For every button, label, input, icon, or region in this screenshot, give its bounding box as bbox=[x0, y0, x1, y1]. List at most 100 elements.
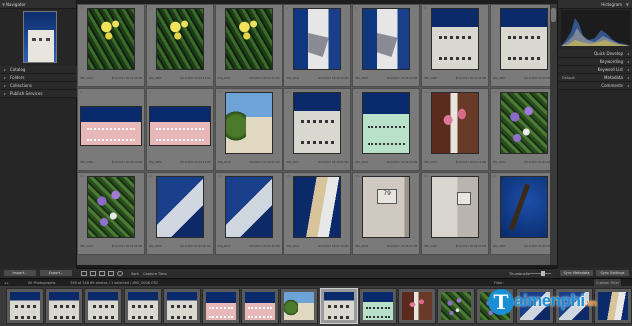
grid-cell[interactable]: 7 IMG_0007 8/12/2017 05:31:06 PM bbox=[489, 4, 550, 87]
grid-cell[interactable]: 16 IMG_0016 8/12/2017 05:45:40 PM bbox=[145, 172, 214, 255]
triangle-right-icon: ▸ bbox=[4, 91, 7, 96]
export-button[interactable]: Export... bbox=[40, 270, 72, 276]
survey-view-icon[interactable] bbox=[108, 271, 114, 276]
photo-thumbnail[interactable] bbox=[362, 176, 411, 238]
cell-capture-time: 8/12/2017 05:28:50 PM bbox=[386, 77, 418, 80]
cell-number: 1 bbox=[80, 6, 82, 10]
thumbnail-grid[interactable]: 1 IMG_0001 8/12/2017 05:22:09 PM 2 IMG_0002 8… bbox=[77, 4, 550, 265]
navigator-preview[interactable] bbox=[23, 11, 57, 63]
photo-thumbnail[interactable] bbox=[431, 92, 479, 154]
section-publish-services[interactable]: ▸ Publish Services bbox=[0, 90, 77, 98]
section-comments[interactable]: Comments ◂ bbox=[558, 82, 632, 90]
slider-handle[interactable] bbox=[541, 271, 545, 276]
grid-cell[interactable]: 9 IMG_0009 8/12/2017 05:34:14 PM bbox=[145, 88, 214, 171]
grid-cell[interactable]: 17 IMG_0017 8/12/2017 05:45:48 PM bbox=[214, 172, 283, 255]
grid-cell[interactable]: 6 IMG_0006 8/12/2017 05:31:02 PM bbox=[421, 4, 489, 87]
loupe-view-icon[interactable] bbox=[90, 271, 96, 276]
histogram bbox=[561, 10, 630, 46]
filmstrip-item[interactable] bbox=[202, 288, 240, 324]
grid-cell[interactable]: 4 IMG_0004 8/12/2017 05:28:44 PM bbox=[283, 4, 352, 87]
section-keyword-list[interactable]: Keyword List ◂ bbox=[558, 66, 632, 74]
metadata-preset[interactable]: Default bbox=[562, 74, 575, 82]
filmstrip-item[interactable] bbox=[123, 288, 162, 324]
cell-capture-time: 8/12/2017 05:43:05 PM bbox=[111, 245, 142, 248]
photo-thumbnail[interactable] bbox=[87, 8, 135, 70]
grid-cell[interactable]: 18 IMG_0018 8/12/2017 05:47:12 PM bbox=[283, 172, 352, 255]
cell-filename: IMG_0011 bbox=[286, 161, 300, 164]
photo-thumbnail[interactable] bbox=[362, 8, 411, 70]
photo-thumbnail[interactable] bbox=[499, 176, 548, 238]
filmstrip-item[interactable] bbox=[280, 288, 319, 324]
grid-cell[interactable]: 3 IMG_0003 8/12/2017 05:22:15 PM bbox=[214, 4, 283, 87]
grid-cell[interactable]: 8 IMG_0008 8/12/2017 05:34:10 PM bbox=[77, 88, 145, 171]
photo-thumbnail[interactable] bbox=[431, 176, 479, 238]
photo-thumbnail[interactable] bbox=[224, 176, 273, 238]
photo-thumbnail[interactable] bbox=[431, 8, 479, 70]
sync-settings-button[interactable]: Sync Settings bbox=[596, 270, 629, 276]
filmstrip-item[interactable] bbox=[437, 288, 476, 324]
filmstrip-thumbnail bbox=[323, 292, 354, 320]
logo-domain: .vn bbox=[584, 298, 597, 308]
histogram-header[interactable]: Histogram ▼ bbox=[558, 0, 632, 9]
photo-thumbnail[interactable] bbox=[499, 92, 548, 154]
photo-thumbnail[interactable] bbox=[87, 176, 135, 238]
right-panel: Histogram ▼ Quick Develop ◂ Keywording ◂… bbox=[557, 0, 632, 268]
filmstrip-item[interactable] bbox=[241, 288, 280, 324]
scrollbar-thumb[interactable] bbox=[551, 8, 556, 22]
grid-cell[interactable]: 1 IMG_0001 8/12/2017 05:22:09 PM bbox=[77, 4, 145, 87]
triangle-left-icon: ◂ bbox=[626, 67, 629, 72]
grid-cell[interactable]: 19 IMG_0019 8/12/2017 05:49:01 PM bbox=[352, 172, 421, 255]
filmstrip-item[interactable] bbox=[84, 288, 123, 324]
photo-thumbnail[interactable] bbox=[224, 8, 273, 70]
thumbnail-size-slider[interactable] bbox=[529, 271, 551, 276]
filmstrip-item[interactable] bbox=[6, 288, 44, 324]
triangle-right-icon: ▸ bbox=[4, 75, 7, 80]
grid-cell[interactable]: 2 IMG_0002 8/12/2017 05:22:13 PM bbox=[145, 4, 214, 87]
grid-cell[interactable]: 20 IMG_0020 8/12/2017 05:49:07 PM bbox=[421, 172, 489, 255]
filmstrip-item[interactable] bbox=[398, 288, 436, 324]
grid-cell[interactable]: 15 IMG_0015 8/12/2017 05:43:05 PM bbox=[77, 172, 145, 255]
grid-cell[interactable]: 21 IMG_0021 8/12/2017 05:52:33 PM bbox=[489, 172, 550, 255]
histogram-label: Histogram bbox=[601, 2, 622, 7]
section-folders[interactable]: ▸ Folders bbox=[0, 74, 77, 82]
grid-cell[interactable]: 10 IMG_0010 8/12/2017 05:36:20 PM bbox=[214, 88, 283, 171]
brand-logo: T aimenphi.vn bbox=[488, 287, 618, 321]
cell-filename: IMG_0009 bbox=[148, 161, 162, 164]
filmstrip-item[interactable] bbox=[162, 288, 201, 324]
photo-thumbnail[interactable] bbox=[148, 106, 211, 146]
navigator-header[interactable]: ▼ Navigator bbox=[0, 0, 76, 9]
compare-view-icon[interactable] bbox=[99, 271, 105, 276]
section-catalog[interactable]: ▸ Catalog bbox=[0, 66, 77, 74]
import-button[interactable]: Import... bbox=[4, 270, 36, 276]
right-panel-buttons: Sync Metadata Sync Settings bbox=[557, 268, 632, 278]
cell-number: 19 bbox=[355, 174, 360, 178]
cell-capture-time: 8/12/2017 05:52:33 PM bbox=[524, 245, 550, 248]
sync-metadata-button[interactable]: Sync Metadata bbox=[560, 270, 593, 276]
photo-thumbnail[interactable] bbox=[293, 92, 342, 154]
grid-cell[interactable]: 11 IMG_0011 8/12/2017 05:38:02 PM bbox=[283, 88, 352, 171]
grid-scrollbar[interactable] bbox=[550, 4, 557, 265]
photo-thumbnail[interactable] bbox=[155, 8, 204, 70]
photo-thumbnail[interactable] bbox=[499, 8, 548, 70]
photo-thumbnail[interactable] bbox=[293, 176, 342, 238]
photo-thumbnail[interactable] bbox=[80, 106, 142, 146]
filmstrip-thumbnail bbox=[402, 292, 432, 320]
photo-thumbnail[interactable] bbox=[293, 8, 342, 70]
photo-thumbnail[interactable] bbox=[362, 92, 411, 154]
section-collections[interactable]: ▸ Collections bbox=[0, 82, 77, 90]
filmstrip-item[interactable] bbox=[358, 288, 397, 324]
grid-cell[interactable]: 13 IMG_0013 8/12/2017 05:41:11 PM bbox=[421, 88, 489, 171]
grid-cell[interactable]: 12 IMG_0012 8/12/2017 05:39:30 PM bbox=[352, 88, 421, 171]
photo-thumbnail[interactable] bbox=[224, 92, 273, 154]
filmstrip-item[interactable] bbox=[45, 288, 84, 324]
painter-icon[interactable] bbox=[117, 271, 123, 276]
section-quick-develop[interactable]: Quick Develop ◂ bbox=[558, 50, 632, 58]
grid-view-icon[interactable] bbox=[81, 271, 87, 276]
grid-cell[interactable]: 14 IMG_0014 8/12/2017 05:41:19 PM bbox=[489, 88, 550, 171]
section-metadata[interactable]: Default Metadata ◂ bbox=[558, 74, 632, 82]
filmstrip-item[interactable] bbox=[319, 288, 358, 324]
grid-cell[interactable]: 5 IMG_0005 8/12/2017 05:28:50 PM bbox=[352, 4, 421, 87]
photo-thumbnail[interactable] bbox=[155, 176, 204, 238]
section-keywording[interactable]: Keywording ◂ bbox=[558, 58, 632, 66]
cell-filename: IMG_0003 bbox=[217, 77, 231, 80]
